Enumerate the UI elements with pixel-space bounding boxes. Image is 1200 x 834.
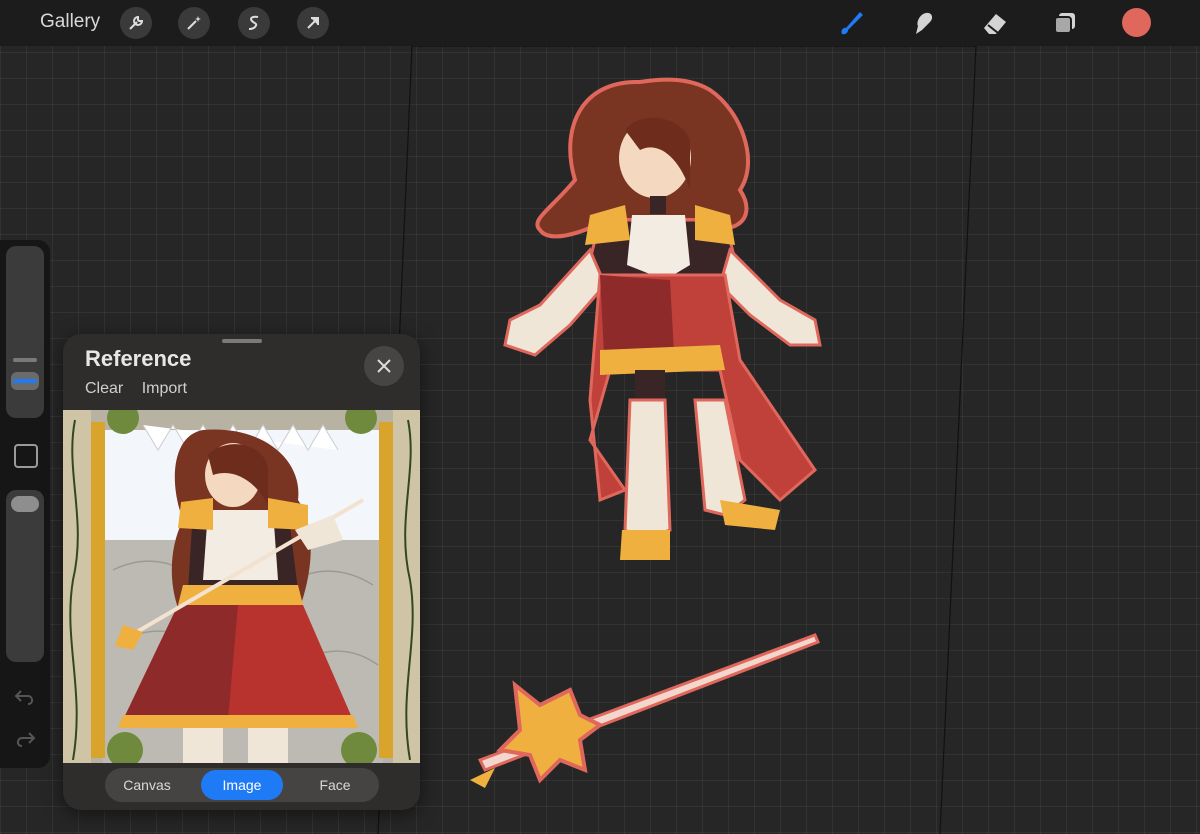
brush-size-indicator <box>13 379 37 383</box>
redo-icon[interactable] <box>13 728 37 750</box>
reference-image[interactable] <box>63 410 420 763</box>
transform-arrow-icon[interactable] <box>297 7 329 39</box>
clear-button[interactable]: Clear <box>85 380 123 397</box>
top-toolbar: Gallery <box>0 0 1200 46</box>
opacity-thumb[interactable] <box>11 496 39 512</box>
reference-mode-tabs: Canvas Image Face <box>105 768 379 802</box>
opacity-slider[interactable] <box>6 490 44 662</box>
smudge-icon[interactable] <box>908 8 938 38</box>
magic-wand-icon[interactable] <box>178 7 210 39</box>
tab-image[interactable]: Image <box>201 770 283 800</box>
reference-panel: Reference Clear Import Canvas Image Face <box>63 334 420 810</box>
layers-icon[interactable] <box>1050 8 1080 38</box>
wrench-icon[interactable] <box>120 7 152 39</box>
close-icon[interactable] <box>364 346 404 386</box>
color-picker-button[interactable] <box>1122 8 1151 37</box>
character-drawing[interactable] <box>440 70 860 800</box>
eraser-icon[interactable] <box>980 8 1010 38</box>
brush-size-slider[interactable] <box>6 246 44 418</box>
left-sidebar <box>0 240 50 768</box>
gallery-button[interactable]: Gallery <box>40 11 100 33</box>
selection-icon[interactable] <box>238 7 270 39</box>
import-button[interactable]: Import <box>142 380 187 397</box>
tab-face[interactable]: Face <box>295 770 375 800</box>
undo-icon[interactable] <box>13 686 37 708</box>
modify-button[interactable] <box>14 444 38 468</box>
reference-title: Reference <box>85 346 192 371</box>
reference-actions: Clear Import <box>85 380 201 398</box>
brush-icon[interactable] <box>836 8 866 38</box>
tab-canvas[interactable]: Canvas <box>107 770 187 800</box>
panel-grabber[interactable] <box>222 339 262 343</box>
slider-tick <box>13 358 37 362</box>
